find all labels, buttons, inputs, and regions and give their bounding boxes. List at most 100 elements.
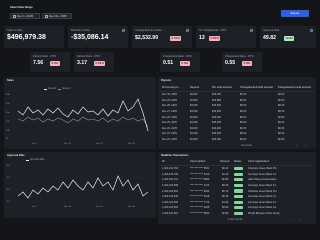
end-date-value: Dec 31, 2025 (49, 14, 67, 18)
next-page-icon[interactable]: › (305, 143, 306, 147)
table-cell: Dec 30, 2025 (162, 93, 177, 97)
start-date-input[interactable]: Dec 1, 2025 (10, 13, 40, 19)
table-cell: $14,860 (212, 98, 222, 102)
prev-page-icon[interactable]: ‹ (296, 143, 297, 147)
y-tick: 40 (7, 188, 10, 191)
table-cell: Phyllis Banquet Chart Group (248, 212, 280, 216)
x-tick: Dec 7 (32, 206, 38, 208)
table-cell: 1,000,103,591 (162, 212, 178, 216)
table-cell: $3,000 (190, 110, 198, 114)
column-header[interactable]: Card organization (248, 160, 269, 163)
table-cell: $0.00 (240, 115, 247, 119)
kpi-card-chargebacks: Chargebacks $ to Date $2,532.90 0.51% (132, 26, 192, 48)
column-header[interactable]: Deposit (190, 86, 199, 89)
status-badge (234, 172, 243, 176)
table-cell: $14,950 (212, 110, 222, 114)
column-header[interactable]: Processing d... (162, 86, 180, 89)
table-cell: $2.05 (222, 184, 229, 188)
y-tick: 20k (6, 111, 10, 114)
table-cell: $1.19 (222, 172, 229, 176)
dashboard-root: { "header": { "date_range_label": "Selec… (0, 0, 320, 240)
kpi-value: 49.82 (263, 35, 276, 41)
sales-line-chart (16, 94, 150, 140)
column-header[interactable]: Chargebacks/credit amount (278, 86, 311, 89)
kpi-value: 0.51 (163, 60, 174, 66)
x-tick: Dec 28 (128, 143, 135, 145)
table-cell: **** **** **** 6630 (190, 189, 210, 193)
kpi-label: Approval Rate (263, 29, 280, 32)
x-tick: Dec 21 (96, 206, 103, 208)
table-cell: **** **** **** 5521 (190, 167, 210, 171)
table-cell: 1,000,103,652 (162, 189, 178, 193)
info-icon[interactable] (186, 29, 189, 32)
column-header[interactable]: Card number (190, 160, 206, 163)
table-cell: **** **** **** 1274 (190, 184, 210, 188)
table-cell: $15,000 (212, 132, 222, 136)
x-tick: Dec 28 (128, 206, 135, 208)
export-button[interactable]: Export (281, 10, 309, 17)
column-header[interactable]: ID (162, 160, 165, 163)
table-cell: $0.59 (222, 206, 229, 210)
kpi-value: $2,532.90 (135, 35, 159, 41)
table-cell: Dec 28, 2025 (162, 104, 177, 108)
kpi-label: Chargebacks $ to Date (135, 29, 162, 32)
column-header[interactable]: Per total amount (212, 86, 232, 89)
table-cell: $0.00 (240, 104, 247, 108)
kpi-card-sales: Sales to Date $496,979.38 (4, 26, 64, 48)
prev-page-icon[interactable]: ‹ (290, 218, 291, 222)
kpi-badge: 0.51% (170, 35, 182, 41)
x-tick: Dec 21 (96, 143, 103, 145)
transactions-header-row: ID Card number Amount Status Card organi… (160, 159, 316, 165)
table-cell: Dec 22, 2025 (162, 138, 177, 142)
transactions-results: 1,000 results (228, 218, 243, 221)
table-cell: $0.00 (278, 93, 285, 97)
kpi-label: Chargeback Ratio - MTD (163, 55, 192, 58)
table-cell: $0.00 (240, 132, 247, 136)
table-cell: $0.00 (240, 98, 247, 102)
end-date-input[interactable]: Dec 31, 2025 (42, 13, 72, 19)
table-cell: Jennings Green Bank Inc. (248, 195, 277, 199)
status-badge (234, 167, 243, 171)
payouts-title: Payouts (161, 79, 172, 82)
table-cell: $0.89 (222, 212, 229, 216)
table-row[interactable]: Dec 22, 2025 $3,000 $15,000 $0.00 $0.00 (160, 137, 316, 143)
table-cell: $0.00 (278, 104, 285, 108)
table-cell: $0.45 (222, 195, 229, 199)
start-date-value: Dec 1, 2025 (17, 14, 34, 18)
table-cell: Jennings Green Bank Inc. (248, 200, 277, 204)
y-tick: 15k (6, 120, 10, 123)
y-tick: 80 (7, 164, 10, 167)
transactions-title: Realtime Transactions (161, 154, 189, 157)
kpi2-card-3: Chargeback Ratio - MTD 0.51 0.3% (160, 52, 200, 72)
table-cell: Dec 29, 2025 (162, 98, 177, 102)
table-cell: $1.05 (222, 200, 229, 204)
table-cell: **** **** **** 9082 (190, 178, 210, 182)
table-cell: $0.00 (240, 110, 247, 114)
table-cell: 1,000,103,688 (162, 184, 178, 188)
info-icon[interactable] (310, 29, 313, 32)
payouts-results: 10 results (241, 143, 252, 147)
x-tick: Dec 14 (64, 206, 71, 208)
table-cell: $3,000 (190, 126, 198, 130)
table-row[interactable]: 1,000,103,591 **** **** **** 8834 $0.89 Phy… (160, 211, 316, 217)
kpi-badge: 0.3% (242, 60, 252, 66)
y-tick: 20 (7, 200, 10, 203)
table-cell: Jade Harley & Associates (248, 178, 277, 182)
kpi-value: 7.56 (33, 60, 44, 66)
table-cell: Charlotte Green Bank Pvt. (248, 167, 278, 171)
table-cell: $3,000 (190, 98, 198, 102)
approval-line-chart (16, 165, 150, 203)
kpi2-card-2: Refund Ratio - MTD 3.17 0.53% (74, 52, 114, 72)
info-icon[interactable] (122, 29, 125, 32)
info-icon[interactable] (250, 29, 253, 32)
table-cell: 1,000,103,701 (162, 178, 178, 182)
column-header[interactable]: Chargebacks/credit amount (240, 86, 273, 89)
sales-chart-card: Sales Series 1 Series 2 30k 25k 20k 15k … (4, 77, 156, 149)
table-cell: $3,000 (190, 115, 198, 119)
next-page-icon[interactable]: › (300, 218, 301, 222)
column-header[interactable]: Amount (220, 160, 229, 163)
kpi-card-refunds: Refunds to Date -$35,086.14 (68, 26, 128, 48)
column-header[interactable]: Status (234, 160, 242, 163)
kpi-label: Refund Ratio - MTD (77, 55, 101, 58)
table-cell: 1,000,103,784 (162, 167, 178, 171)
